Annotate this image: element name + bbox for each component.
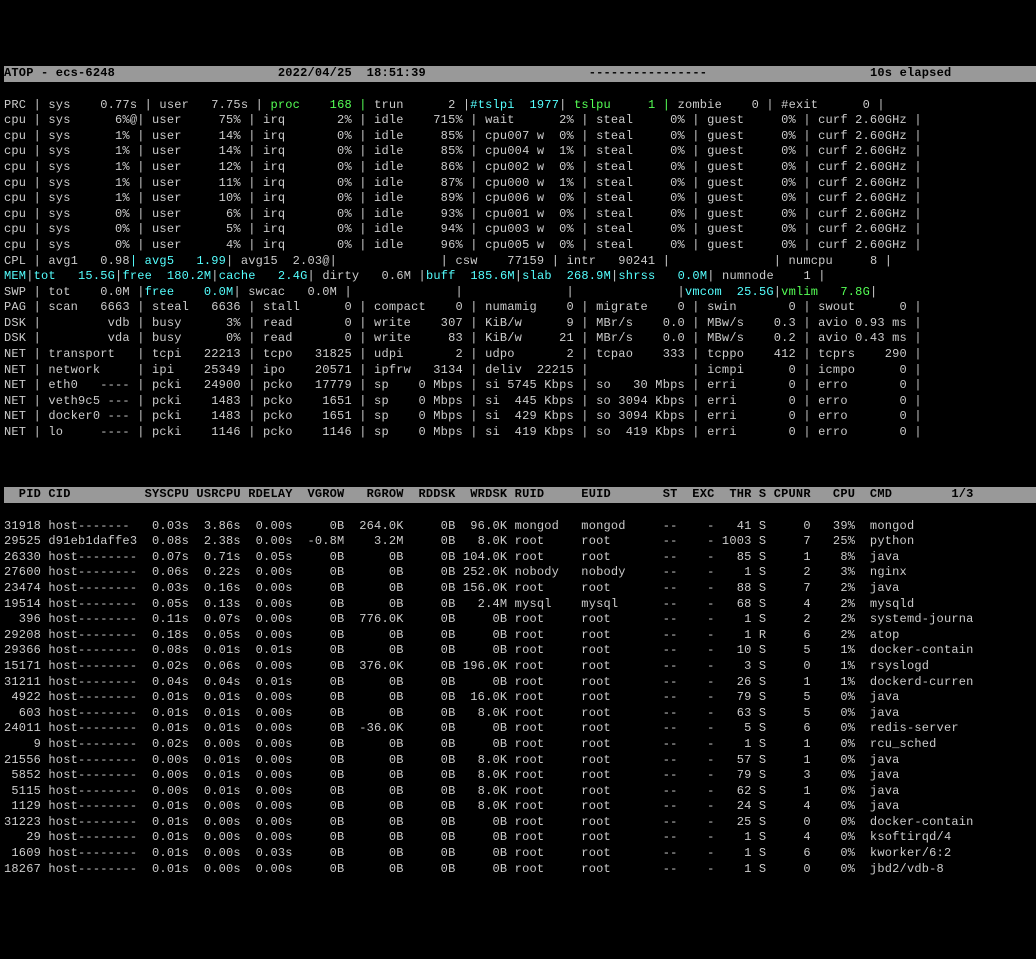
process-row: 21556 host-------- 0.00s 0.01s 0.00s 0B … (4, 753, 1036, 769)
process-row: 23474 host-------- 0.03s 0.16s 0.00s 0B … (4, 581, 1036, 597)
process-row: 29525 d91eb1daffe3 0.08s 2.38s 0.00s -0.… (4, 534, 1036, 550)
process-row: 1609 host-------- 0.01s 0.00s 0.03s 0B 0… (4, 846, 1036, 862)
process-row: 15171 host-------- 0.02s 0.06s 0.00s 0B … (4, 659, 1036, 675)
atop-header: ATOP - ecs-6248 2022/04/25 18:51:39 ----… (4, 66, 1036, 82)
process-row: 4922 host-------- 0.01s 0.01s 0.00s 0B 0… (4, 690, 1036, 706)
process-row: 24011 host-------- 0.01s 0.01s 0.00s 0B … (4, 721, 1036, 737)
process-list: 31918 host------- 0.03s 3.86s 0.00s 0B 2… (4, 519, 1036, 878)
process-row: 31918 host------- 0.03s 3.86s 0.00s 0B 2… (4, 519, 1036, 535)
process-row: 1129 host-------- 0.01s 0.00s 0.00s 0B 0… (4, 799, 1036, 815)
process-row: 29208 host-------- 0.18s 0.05s 0.00s 0B … (4, 628, 1036, 644)
system-stats: PRC | sys 0.77s | user 7.75s | proc 168 … (4, 98, 1036, 441)
process-header: PID CID SYSCPU USRCPU RDELAY VGROW RGROW… (4, 487, 1036, 503)
process-row: 31223 host-------- 0.01s 0.00s 0.00s 0B … (4, 815, 1036, 831)
process-row: 18267 host-------- 0.01s 0.00s 0.00s 0B … (4, 862, 1036, 878)
process-row: 27600 host-------- 0.06s 0.22s 0.00s 0B … (4, 565, 1036, 581)
process-row: 19514 host-------- 0.05s 0.13s 0.00s 0B … (4, 597, 1036, 613)
process-row: 9 host-------- 0.02s 0.00s 0.00s 0B 0B 0… (4, 737, 1036, 753)
process-row: 396 host-------- 0.11s 0.07s 0.00s 0B 77… (4, 612, 1036, 628)
process-row: 5852 host-------- 0.00s 0.01s 0.00s 0B 0… (4, 768, 1036, 784)
process-row: 29 host-------- 0.01s 0.00s 0.00s 0B 0B … (4, 830, 1036, 846)
process-row: 29366 host-------- 0.08s 0.01s 0.01s 0B … (4, 643, 1036, 659)
process-row: 603 host-------- 0.01s 0.01s 0.00s 0B 0B… (4, 706, 1036, 722)
process-row: 31211 host-------- 0.04s 0.04s 0.01s 0B … (4, 675, 1036, 691)
process-row: 5115 host-------- 0.00s 0.01s 0.00s 0B 0… (4, 784, 1036, 800)
process-row: 26330 host-------- 0.07s 0.71s 0.05s 0B … (4, 550, 1036, 566)
